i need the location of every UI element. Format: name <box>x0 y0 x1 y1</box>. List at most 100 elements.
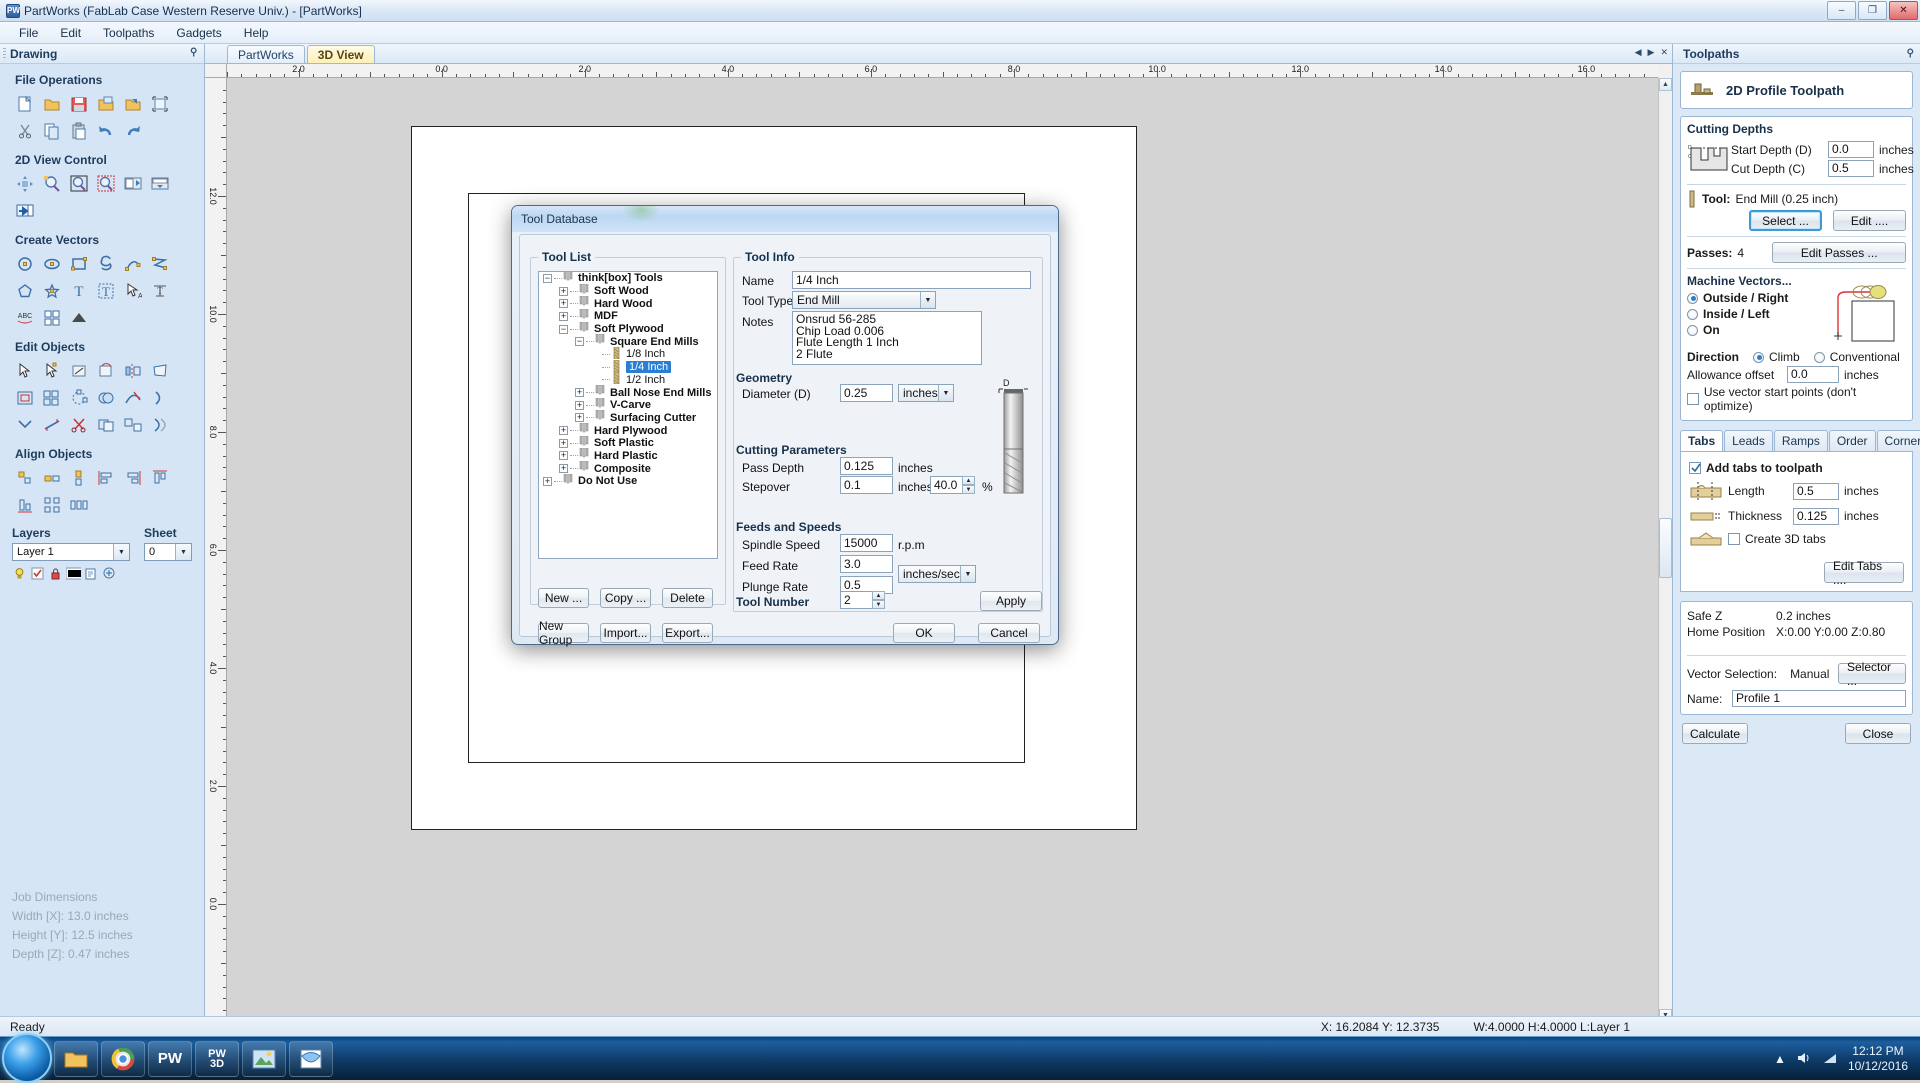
taskbar-browser-icon[interactable] <box>289 1040 333 1077</box>
select-tool-button[interactable]: Select ... <box>1749 210 1822 231</box>
tab-order[interactable]: Order <box>1828 430 1876 451</box>
tree-collapse-icon[interactable]: − <box>543 273 552 283</box>
tree-expand-icon[interactable]: + <box>559 299 568 309</box>
view-split-icon[interactable] <box>147 171 173 197</box>
diameter-input[interactable]: 0.25 <box>840 384 893 402</box>
measure-icon[interactable] <box>39 412 65 438</box>
view-toggle-icon[interactable] <box>12 198 38 224</box>
import-button[interactable]: Import... <box>600 623 651 643</box>
scale-icon[interactable] <box>66 358 92 384</box>
tree-item[interactable]: + Hard Wood <box>539 296 717 310</box>
tree-item[interactable]: 1/8 Inch <box>539 346 717 361</box>
color-swatch-icon[interactable] <box>66 566 81 581</box>
paste-icon[interactable] <box>66 118 92 144</box>
start-points-row[interactable]: Use vector start points (don't optimize) <box>1687 385 1906 413</box>
start-button[interactable] <box>2 1033 52 1083</box>
new-tool-button[interactable]: New ... <box>538 588 589 608</box>
select-all-icon[interactable] <box>147 91 173 117</box>
tree-expand-icon[interactable]: + <box>575 413 584 423</box>
radio-inside-left[interactable] <box>1687 308 1698 320</box>
selector-button[interactable]: Selector ... <box>1838 660 1906 688</box>
tab-corners[interactable]: Corners <box>1876 430 1920 451</box>
text-arc-icon[interactable]: ABC <box>12 305 38 331</box>
bulb-icon[interactable] <box>12 566 27 581</box>
drag-grip-icon[interactable] <box>3 48 6 60</box>
nest-icon[interactable] <box>147 412 173 438</box>
mv-option-on[interactable]: On <box>1687 323 1830 337</box>
fillet-icon[interactable] <box>12 412 38 438</box>
taskbar-image-icon[interactable] <box>242 1040 286 1077</box>
tree-item[interactable]: 1/4 Inch <box>539 359 717 374</box>
radio-conventional[interactable] <box>1813 351 1825 363</box>
tray-chevron-up-icon[interactable]: ▲ <box>1774 1052 1786 1066</box>
zoom-extents-icon[interactable] <box>66 171 92 197</box>
vertical-scrollbar[interactable]: ▲ ▼ <box>1658 78 1672 1022</box>
pin-icon[interactable]: ⚲ <box>1907 48 1914 59</box>
text-on-curve-icon[interactable]: T <box>147 278 173 304</box>
align-right-icon[interactable] <box>120 465 146 491</box>
stepover-input[interactable]: 0.1 <box>840 476 893 494</box>
layer-properties-icon[interactable] <box>84 566 99 581</box>
scissors-icon[interactable] <box>66 412 92 438</box>
tree-item[interactable]: + Do Not Use <box>539 473 717 488</box>
cut-depth-input[interactable]: 0.5 <box>1828 160 1874 177</box>
taskbar-chrome-icon[interactable] <box>101 1040 145 1077</box>
rotate-icon[interactable] <box>93 358 119 384</box>
radio-climb[interactable] <box>1753 351 1765 363</box>
distort-icon[interactable] <box>147 358 173 384</box>
start-depth-input[interactable]: 0.0 <box>1828 141 1874 158</box>
feed-rate-input[interactable]: 3.0 <box>840 555 893 573</box>
align-left-icon[interactable] <box>93 465 119 491</box>
edit-passes-button[interactable]: Edit Passes ... <box>1772 242 1906 263</box>
menu-toolpaths[interactable]: Toolpaths <box>92 23 165 43</box>
tree-item[interactable]: − Soft Plywood <box>539 321 717 336</box>
delete-tool-button[interactable]: Delete <box>662 588 713 608</box>
tool-tree[interactable]: − think[box] Tools + Soft Wood + Hard Wood + MD… <box>538 271 718 559</box>
tree-item[interactable]: + Soft Wood <box>539 283 717 298</box>
mirror-icon[interactable] <box>120 358 146 384</box>
cancel-button[interactable]: Cancel <box>978 623 1040 643</box>
open-folder-icon[interactable] <box>39 91 65 117</box>
feed-unit-select[interactable]: inches/sec ▼ <box>898 565 976 583</box>
apply-button[interactable]: Apply <box>980 591 1042 611</box>
text-select-icon[interactable]: AB <box>120 278 146 304</box>
tree-collapse-icon[interactable]: − <box>575 337 584 347</box>
mv-option-inside[interactable]: Inside / Left <box>1687 307 1830 321</box>
tree-expand-icon[interactable]: + <box>559 286 568 296</box>
tree-item[interactable]: − think[box] Tools <box>539 272 717 285</box>
array-copy-icon[interactable] <box>39 385 65 411</box>
new-group-button[interactable]: New Group <box>538 619 589 647</box>
sheet-select[interactable]: 0 ▼ <box>144 543 192 561</box>
save-icon[interactable] <box>66 91 92 117</box>
tree-item[interactable]: + V-Carve <box>539 397 717 412</box>
align-bottom-icon[interactable] <box>12 492 38 518</box>
star-icon[interactable] <box>39 278 65 304</box>
taskbar-pw-icon[interactable]: PW <box>148 1040 192 1077</box>
tree-expand-icon[interactable]: + <box>559 451 568 461</box>
toolpath-name-input[interactable]: Profile 1 <box>1732 690 1906 707</box>
node-edit-icon[interactable] <box>12 358 38 384</box>
menu-gadgets[interactable]: Gadgets <box>165 23 232 43</box>
export-button[interactable]: Export... <box>662 623 713 643</box>
ok-button[interactable]: OK <box>893 623 955 643</box>
ungroup-icon[interactable] <box>120 412 146 438</box>
taskbar-pw3d-icon[interactable]: PW 3D <box>195 1040 239 1077</box>
minimize-button[interactable]: – <box>1827 1 1856 20</box>
chevron-down-icon[interactable]: ▼ <box>920 292 935 308</box>
trace-bitmap-icon[interactable] <box>39 305 65 331</box>
pin-icon[interactable]: ⚲ <box>190 48 198 60</box>
open-recent-icon[interactable] <box>93 91 119 117</box>
close-button[interactable]: ✕ <box>1889 1 1918 20</box>
align-top-icon[interactable] <box>147 465 173 491</box>
tree-item[interactable]: + Hard Plywood <box>539 423 717 437</box>
tree-item[interactable]: + Hard Plastic <box>539 448 717 463</box>
lock-icon[interactable] <box>48 566 63 581</box>
arc-icon[interactable] <box>120 251 146 277</box>
text-icon[interactable]: T <box>66 278 92 304</box>
tree-expand-icon[interactable]: + <box>559 311 568 321</box>
tree-item[interactable]: + Surfacing Cutter <box>539 410 717 425</box>
align-center-icon[interactable] <box>12 465 38 491</box>
tab-ramps[interactable]: Ramps <box>1773 430 1828 451</box>
tree-item[interactable]: 1/2 Inch <box>539 372 717 387</box>
pass-depth-input[interactable]: 0.125 <box>840 457 893 475</box>
